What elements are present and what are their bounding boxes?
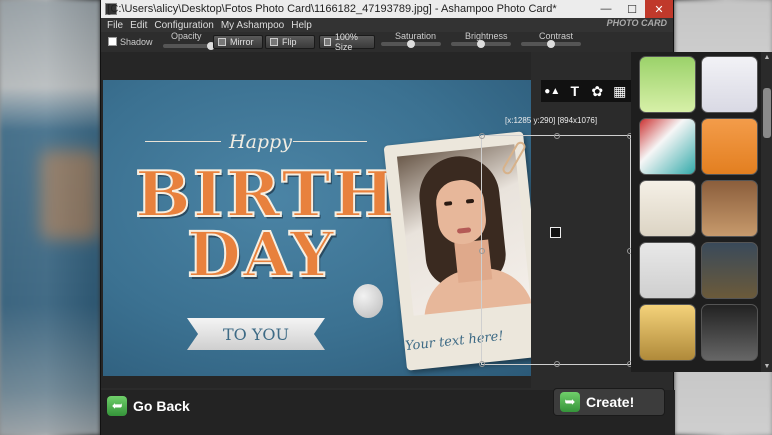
menu-bar: File Edit Configuration My Ashampoo Help… [101, 18, 673, 32]
scroll-down-icon[interactable]: ▼ [763, 363, 771, 370]
delete-element-icon[interactable] [550, 227, 561, 238]
minimize-button[interactable]: — [593, 0, 619, 18]
template-thumb[interactable] [701, 56, 758, 113]
go-back-arrow-icon: ➥ [107, 396, 127, 416]
selection-coordinates: [x:1285 y:290] [894x1076] [505, 116, 598, 125]
template-thumb[interactable] [639, 118, 696, 175]
birthday-card[interactable]: Happy BIRTH DAY TO YOU Your text here! [103, 80, 531, 376]
resize-handle-l[interactable] [479, 248, 485, 254]
resize-handle-tl[interactable] [479, 133, 485, 139]
text-tool-icon[interactable]: T [567, 83, 583, 99]
brightness-slider[interactable]: Brightness [451, 31, 511, 48]
go-back-button[interactable]: ➥ Go Back [107, 394, 190, 418]
template-thumb-selected[interactable] [639, 242, 696, 299]
canvas-workarea: Happy BIRTH DAY TO YOU Your text here! [101, 52, 531, 388]
maximize-button[interactable]: ☐ [619, 0, 645, 18]
flip-icon [270, 38, 278, 46]
go-back-label: Go Back [133, 398, 190, 414]
scroll-up-icon[interactable]: ▲ [763, 54, 771, 61]
size-icon [324, 38, 331, 46]
opacity-label: Opacity [171, 31, 202, 41]
card-happy-text[interactable]: Happy [229, 131, 292, 153]
shapes-icon[interactable]: ●▲ [544, 83, 560, 99]
app-window: [C:\Users\alicy\Desktop\Fotos Photo Card… [100, 0, 772, 435]
contrast-slider[interactable]: Contrast [521, 31, 581, 48]
flip-button[interactable]: Flip [265, 35, 315, 49]
template-thumb[interactable] [701, 118, 758, 175]
resize-handle-b[interactable] [554, 361, 560, 367]
template-thumb[interactable] [639, 180, 696, 237]
template-scrollbar[interactable]: ▲ ▼ [761, 52, 772, 372]
mirror-icon [218, 38, 226, 46]
blurred-card-left [0, 0, 100, 435]
create-label: Create! [586, 394, 635, 410]
divider-right [293, 141, 367, 142]
toolbar: Shadow Opacity Mirror Flip 100% Size Sat… [101, 31, 673, 52]
create-arrow-icon: ➥ [560, 392, 580, 412]
balloon-decoration [353, 284, 383, 318]
bottom-bar: ➥ Go Back ➥ Create! [101, 388, 675, 435]
menu-edit[interactable]: Edit [130, 20, 147, 31]
template-thumb[interactable] [639, 304, 696, 361]
card-birth-text[interactable]: BIRTH [134, 162, 397, 227]
saturation-slider[interactable]: Saturation [381, 31, 441, 48]
menu-configuration[interactable]: Configuration [154, 20, 213, 31]
template-thumb[interactable] [639, 56, 696, 113]
selection-box[interactable] [479, 133, 633, 367]
template-thumb[interactable] [701, 242, 758, 299]
shadow-label: Shadow [120, 37, 153, 47]
shadow-checkbox[interactable] [108, 37, 117, 46]
opacity-slider[interactable] [163, 42, 215, 50]
card-ribbon[interactable]: TO YOU [187, 318, 325, 350]
clipart-icon[interactable]: ✿ [589, 83, 605, 99]
divider-left [145, 141, 221, 142]
card-ribbon-text: TO YOU [222, 324, 290, 344]
menu-file[interactable]: File [107, 20, 123, 31]
template-thumb[interactable] [701, 180, 758, 237]
create-button[interactable]: ➥ Create! [553, 388, 665, 416]
menu-help[interactable]: Help [291, 20, 312, 31]
brand-logo: PHOTO CARD [606, 18, 667, 28]
resize-handle-bl[interactable] [479, 361, 485, 367]
canvas-tools: ●▲ T ✿ ▦ [541, 80, 631, 102]
close-button[interactable]: ✕ [645, 0, 673, 18]
card-day-text[interactable]: DAY [186, 223, 336, 287]
image-tool-icon[interactable]: ▦ [612, 83, 628, 99]
template-panel [631, 52, 772, 372]
template-thumb[interactable] [701, 304, 758, 361]
resize-handle-t[interactable] [554, 133, 560, 139]
window-title: [C:\Users\alicy\Desktop\Fotos Photo Card… [107, 3, 557, 15]
size-button[interactable]: 100% Size [319, 32, 375, 52]
menu-my-ashampoo[interactable]: My Ashampoo [221, 20, 284, 31]
mirror-button[interactable]: Mirror [213, 35, 263, 49]
scroll-thumb[interactable] [763, 88, 771, 138]
title-bar: [C:\Users\alicy\Desktop\Fotos Photo Card… [101, 0, 673, 18]
